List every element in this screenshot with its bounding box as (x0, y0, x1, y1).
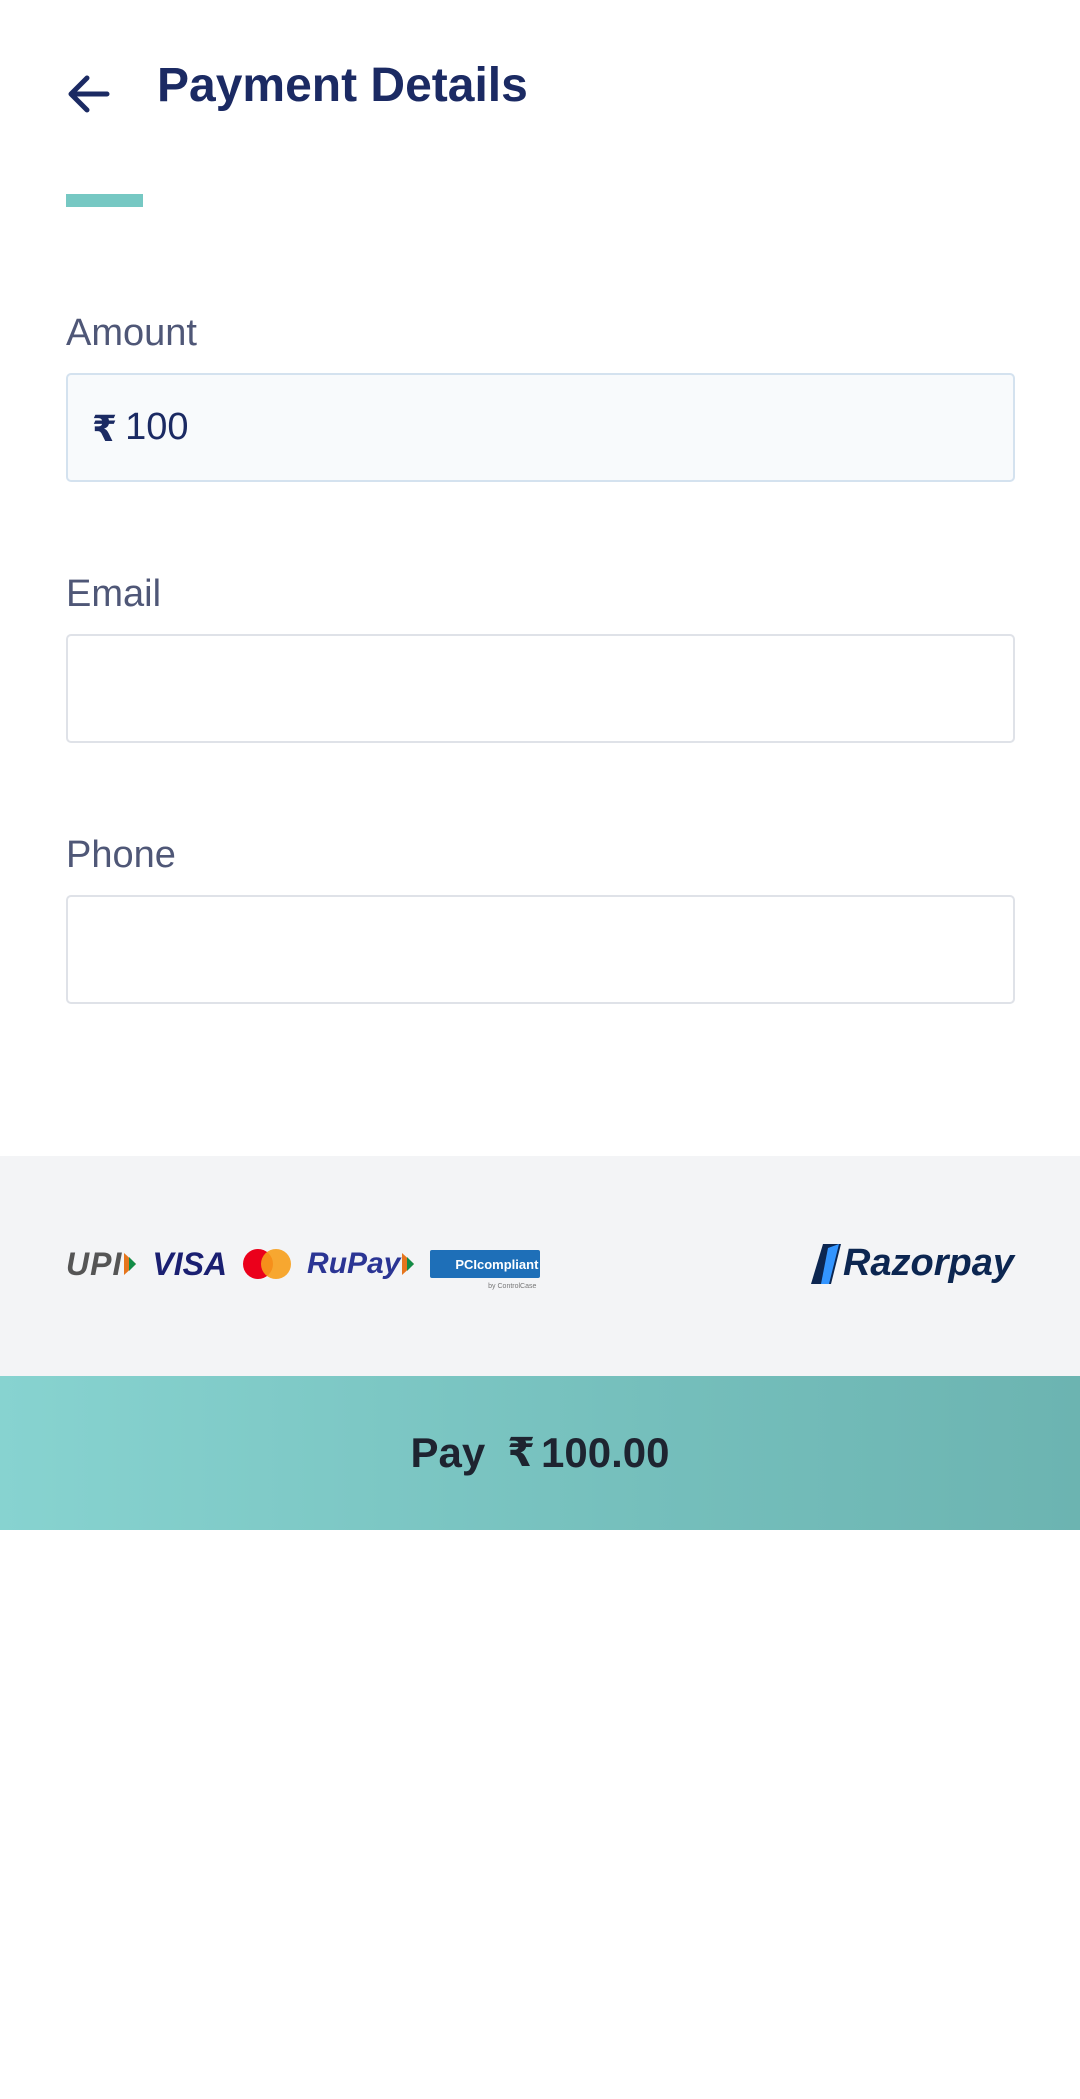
pay-button[interactable]: Pay ₹ 100.00 (0, 1376, 1080, 1530)
upi-arrow-icon (124, 1253, 137, 1275)
email-input[interactable] (92, 667, 912, 710)
mastercard-logo (243, 1249, 292, 1279)
pci-text: PCIcompliant (455, 1256, 539, 1272)
rupay-text: RuPay (307, 1247, 401, 1280)
amount-label: Amount (66, 312, 197, 354)
payment-logos: UPI VISA RuPay PCIcompliant by ControlCa… (66, 1244, 541, 1290)
back-button[interactable] (60, 66, 116, 122)
upi-logo: UPI (66, 1245, 137, 1283)
payment-methods-band: UPI VISA RuPay PCIcompliant by ControlCa… (0, 1156, 1080, 1376)
amount-input[interactable] (125, 406, 946, 449)
razorpay-logo: Razorpay (810, 1242, 1014, 1285)
visa-logo: VISA (152, 1245, 228, 1282)
phone-label: Phone (66, 834, 176, 876)
pay-amount: 100.00 (541, 1429, 670, 1476)
pci-compliant-badge: PCIcompliant by ControlCase (430, 1250, 541, 1290)
amount-field[interactable]: ₹ (66, 373, 1015, 482)
rupay-logo: RuPay (307, 1247, 415, 1281)
pci-subtext: by ControlCase (488, 1283, 537, 1290)
razorpay-text: Razorpay (842, 1242, 1014, 1284)
phone-input[interactable] (92, 928, 912, 971)
rupee-icon: ₹ (92, 409, 118, 450)
title-underline (66, 194, 143, 207)
email-label: Email (66, 573, 162, 615)
page-title: Payment Details (157, 59, 528, 112)
arrow-left-icon (68, 75, 110, 113)
email-field[interactable] (66, 634, 1015, 743)
pay-label: Pay (410, 1429, 486, 1476)
upi-text: UPI (66, 1245, 123, 1282)
phone-field[interactable] (66, 895, 1015, 1004)
rupay-arrow-icon (402, 1253, 415, 1275)
razorpay-icon (810, 1243, 841, 1284)
rupee-icon: ₹ (507, 1430, 536, 1476)
payment-page: Payment Details Amount ₹ Email Phone UPI… (0, 0, 1080, 2099)
